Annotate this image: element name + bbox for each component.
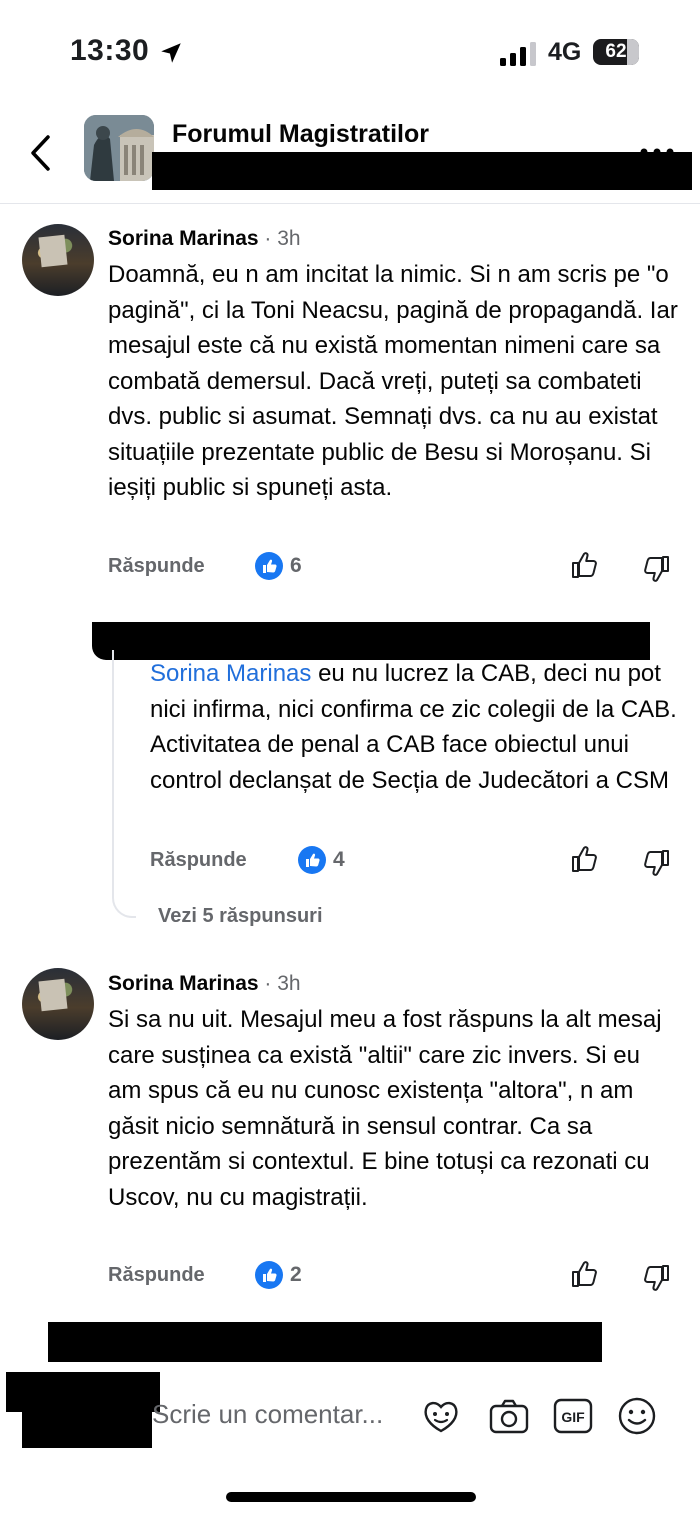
like-reaction-icon bbox=[255, 552, 283, 580]
comment-text: Si sa nu uit. Mesajul meu a fost răspuns… bbox=[108, 1006, 662, 1211]
location-arrow-icon bbox=[161, 43, 181, 63]
reply-button[interactable]: Răspunde bbox=[150, 849, 247, 872]
comment-composer[interactable]: Scrie un comentar... GIF bbox=[0, 1375, 700, 1455]
redaction-bar bbox=[152, 152, 692, 190]
redaction-bar bbox=[48, 1322, 602, 1362]
battery-icon: 62 bbox=[593, 39, 639, 65]
status-bar: 13:30 4G 62 bbox=[0, 0, 700, 100]
comment-author[interactable]: Sorina Marinas · 3h bbox=[108, 227, 301, 251]
group-avatar-image bbox=[84, 115, 154, 181]
reply-button[interactable]: Răspunde bbox=[108, 555, 205, 578]
comment-author[interactable]: Sorina Marinas · 3h bbox=[108, 972, 301, 996]
status-time: 13:30 bbox=[70, 34, 150, 67]
like-count[interactable]: 2 bbox=[290, 1263, 302, 1287]
network-type: 4G bbox=[548, 38, 582, 66]
redaction-bar bbox=[92, 622, 650, 660]
emoji-icon[interactable] bbox=[616, 1395, 658, 1437]
thumbs-down-icon[interactable] bbox=[641, 554, 671, 584]
avatar[interactable] bbox=[22, 968, 94, 1040]
battery-level: 62 bbox=[605, 41, 627, 62]
header: Forumul Magistratilor bbox=[0, 100, 700, 204]
group-avatar[interactable] bbox=[84, 115, 154, 181]
home-indicator[interactable] bbox=[226, 1492, 476, 1502]
comment-input[interactable]: Scrie un comentar... bbox=[152, 1399, 383, 1430]
avatar[interactable] bbox=[22, 224, 94, 296]
comment-2: Sorina Marinas · 3h Si sa nu uit. Mesaju… bbox=[0, 950, 700, 1310]
svg-text:GIF: GIF bbox=[561, 1409, 585, 1425]
mention-link[interactable]: Sorina Marinas bbox=[150, 660, 311, 687]
like-reaction-icon bbox=[298, 846, 326, 874]
thumbs-down-icon[interactable] bbox=[641, 848, 671, 878]
author-name[interactable]: Sorina Marinas bbox=[108, 972, 259, 995]
signal-icon bbox=[500, 42, 536, 66]
like-count[interactable]: 6 bbox=[290, 554, 302, 578]
comment-time: · 3h bbox=[264, 227, 301, 250]
comment-time: · 3h bbox=[264, 972, 301, 995]
reply-button[interactable]: Răspunde bbox=[108, 1264, 205, 1287]
reply-comment: Sorina Marinas eu nu lucrez la CAB, deci… bbox=[0, 656, 700, 896]
thumbs-down-icon[interactable] bbox=[641, 1263, 671, 1293]
chevron-left-icon[interactable] bbox=[28, 134, 54, 172]
gif-icon[interactable]: GIF bbox=[552, 1395, 594, 1437]
thumbs-up-icon[interactable] bbox=[570, 844, 600, 874]
comment-text: Doamnă, eu n am incitat la nimic. Si n a… bbox=[108, 261, 678, 501]
view-replies-link[interactable]: Vezi 5 răspunsuri bbox=[158, 905, 323, 928]
thumbs-up-icon[interactable] bbox=[570, 550, 600, 580]
like-reaction-icon bbox=[255, 1261, 283, 1289]
thumbs-up-icon[interactable] bbox=[570, 1259, 600, 1289]
group-title[interactable]: Forumul Magistratilor bbox=[172, 120, 429, 149]
camera-icon[interactable] bbox=[488, 1395, 530, 1437]
like-count[interactable]: 4 bbox=[333, 848, 345, 872]
reply-text: Sorina Marinas eu nu lucrez la CAB, deci… bbox=[150, 656, 690, 798]
comment-1: Sorina Marinas · 3h Doamnă, eu n am inci… bbox=[0, 204, 700, 604]
avatar-sticker-icon[interactable] bbox=[420, 1395, 462, 1437]
author-name[interactable]: Sorina Marinas bbox=[108, 227, 259, 250]
